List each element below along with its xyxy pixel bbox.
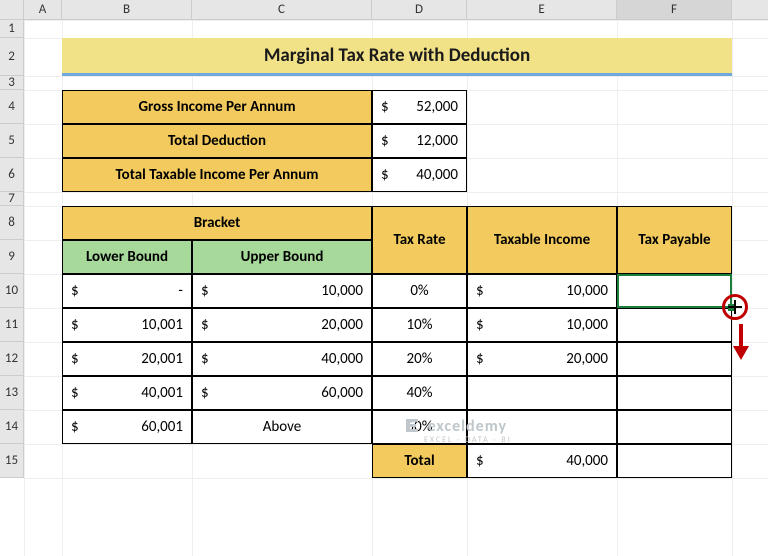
taxable-income-value[interactable]: $ 40,000 [372,158,467,192]
col-header-B[interactable]: B [62,0,192,19]
row-header-6[interactable]: 6 [0,158,24,192]
row-header-3[interactable]: 3 [0,76,24,90]
upper-bound-header: Upper Bound [192,240,372,274]
total-deduction-label: Total Deduction [62,124,372,158]
spreadsheet-root: A B C D E F 123456789101112131415 Margin… [0,0,768,556]
col-header-E[interactable]: E [467,0,617,19]
logo-icon [404,417,420,433]
row-header-15[interactable]: 15 [0,444,24,478]
total-payable-cell[interactable] [617,444,732,478]
select-all-corner[interactable] [0,0,24,19]
lower-bound-cell[interactable]: $- [62,274,192,308]
row-header-2[interactable]: 2 [0,38,24,76]
lower-bound-cell[interactable]: $20,001 [62,342,192,376]
lower-bound-cell[interactable]: $10,001 [62,308,192,342]
col-header-C[interactable]: C [192,0,372,19]
taxable-income-label: Total Taxable Income Per Annum [62,158,372,192]
row-header-11[interactable]: 11 [0,308,24,342]
tax-rate-header: Tax Rate [372,206,467,274]
taxable-income-header: Taxable Income [467,206,617,274]
page-title: Marginal Tax Rate with Deduction [62,38,732,76]
gross-income-label: Gross Income Per Annum [62,90,372,124]
lower-bound-header: Lower Bound [62,240,192,274]
selected-cell[interactable] [617,274,732,308]
col-header-D[interactable]: D [372,0,467,19]
arrow-stem-icon [739,324,743,348]
tax-rate-cell[interactable]: 10% [372,308,467,342]
lower-bound-cell[interactable]: $60,001 [62,410,192,444]
row-header-7[interactable]: 7 [0,192,24,206]
tax-payable-cell[interactable] [617,410,732,444]
tax-payable-header: Tax Payable [617,206,732,274]
upper-bound-cell[interactable]: $60,000 [192,376,372,410]
row-header-13[interactable]: 13 [0,376,24,410]
upper-bound-cell[interactable]: $40,000 [192,342,372,376]
lower-bound-cell[interactable]: $40,001 [62,376,192,410]
row-header-1[interactable]: 1 [0,20,24,38]
watermark: exceldemy EXCEL · DATA · BI [404,417,512,444]
fill-cursor-icon [728,300,742,314]
col-header-A[interactable]: A [24,0,62,19]
row-header-10[interactable]: 10 [0,274,24,308]
upper-bound-cell[interactable]: $10,000 [192,274,372,308]
row-header-14[interactable]: 14 [0,410,24,444]
gross-income-value[interactable]: $ 52,000 [372,90,467,124]
taxable-income-cell[interactable]: $10,000 [467,274,617,308]
tax-payable-cell[interactable] [617,376,732,410]
taxable-income-cell[interactable] [467,376,617,410]
row-header-9[interactable]: 9 [0,240,24,274]
total-deduction-value[interactable]: $ 12,000 [372,124,467,158]
upper-bound-cell[interactable]: Above [192,410,372,444]
tax-rate-cell[interactable]: 40% [372,376,467,410]
tax-payable-cell[interactable] [617,308,732,342]
grid-area[interactable]: Marginal Tax Rate with Deduction Gross I… [24,20,768,556]
bracket-header: Bracket [62,206,372,240]
col-header-F[interactable]: F [617,0,732,19]
column-header-row: A B C D E F [0,0,768,20]
row-header-5[interactable]: 5 [0,124,24,158]
total-label: Total [372,444,467,478]
upper-bound-cell[interactable]: $20,000 [192,308,372,342]
taxable-income-cell[interactable]: $20,000 [467,342,617,376]
row-header-12[interactable]: 12 [0,342,24,376]
tax-payable-cell[interactable] [617,342,732,376]
row-header-8[interactable]: 8 [0,206,24,240]
tax-rate-cell[interactable]: 0% [372,274,467,308]
tax-rate-cell[interactable]: 20% [372,342,467,376]
row-header-4[interactable]: 4 [0,90,24,124]
total-value[interactable]: $ 40,000 [467,444,617,478]
taxable-income-cell[interactable]: $10,000 [467,308,617,342]
arrow-down-icon [733,346,749,360]
